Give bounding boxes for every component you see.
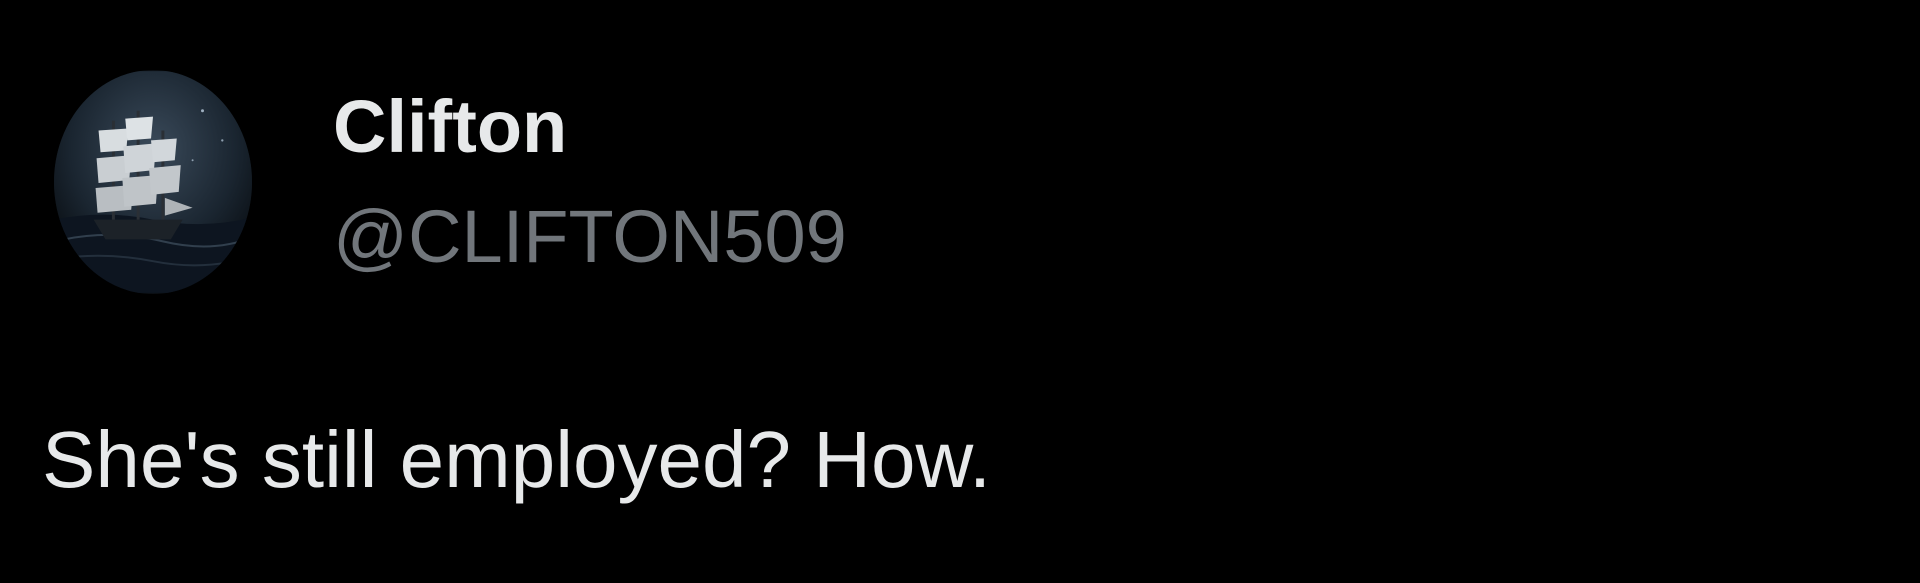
avatar[interactable]	[54, 70, 252, 294]
author-display-name[interactable]: Clifton	[333, 82, 567, 172]
post-text: She's still employed? How.	[42, 415, 992, 504]
sailing-ship-icon	[54, 71, 252, 293]
author-handle[interactable]: @CLIFTON509	[333, 192, 847, 282]
post-card: Clifton @CLIFTON509 She's still employed…	[0, 0, 1920, 583]
